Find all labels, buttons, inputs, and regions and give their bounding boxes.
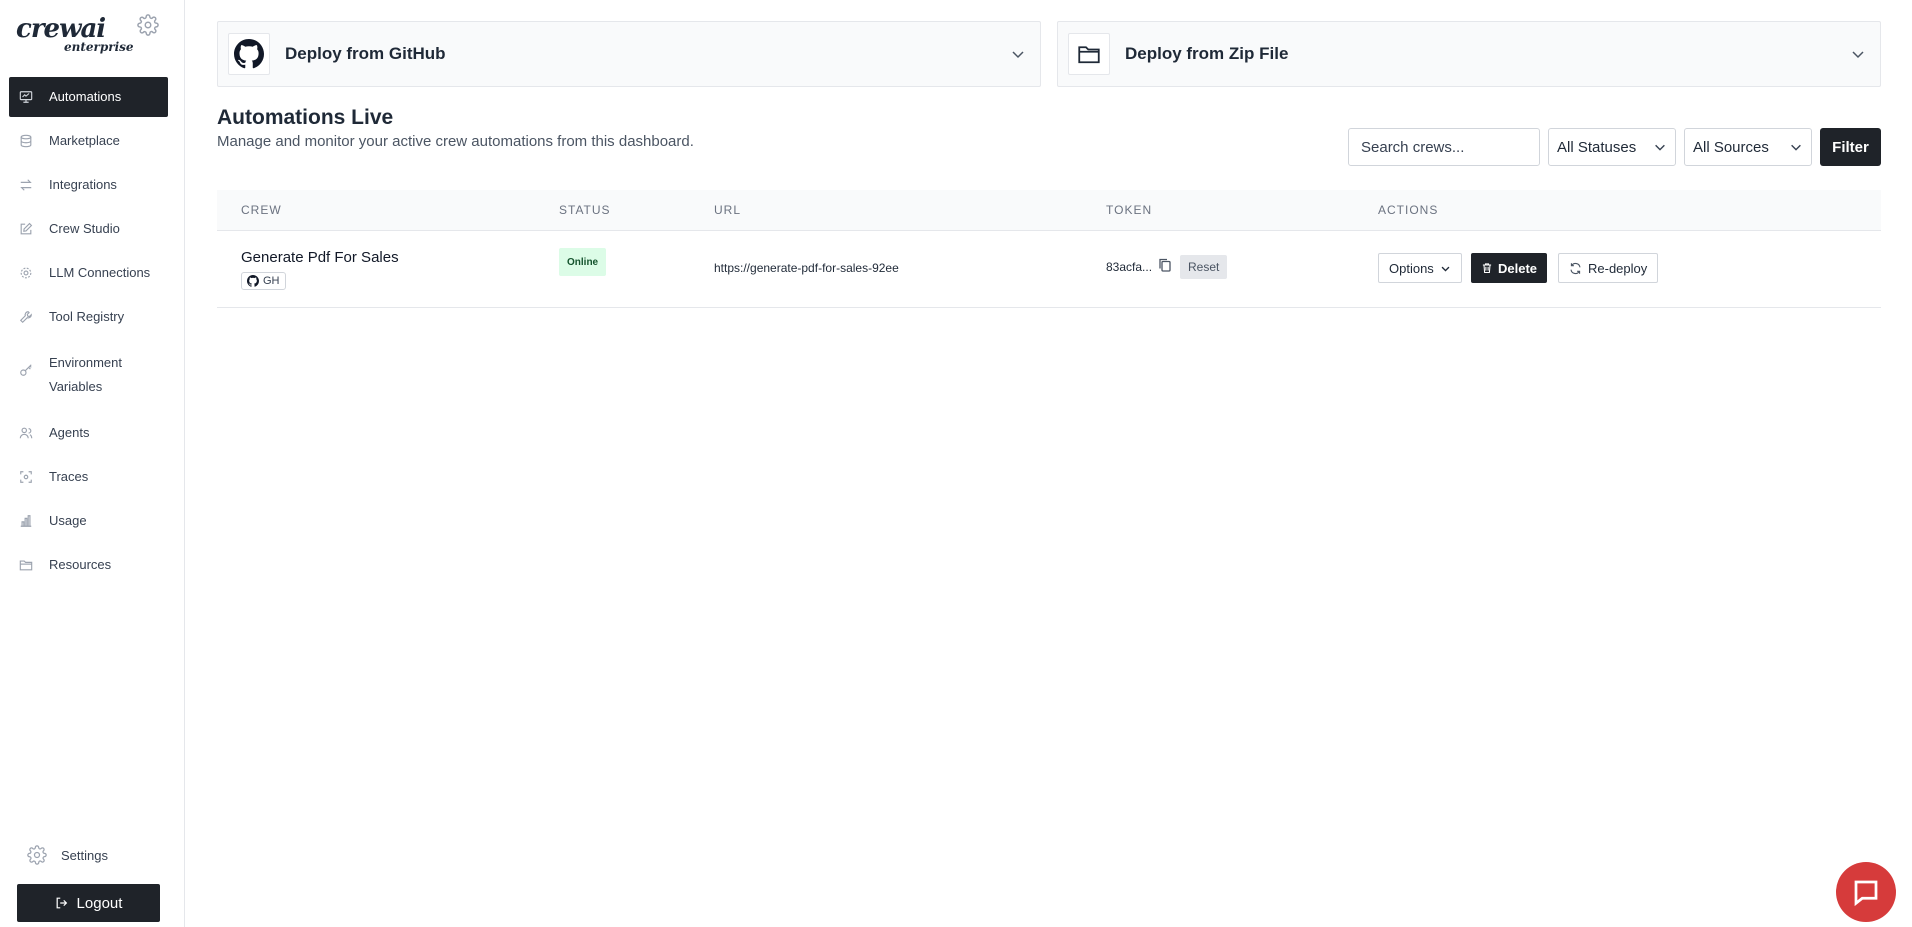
- redeploy-label: Re-deploy: [1588, 260, 1648, 276]
- sidebar-item-crew-studio[interactable]: Crew Studio: [9, 209, 168, 249]
- chat-support-button[interactable]: [1836, 862, 1896, 922]
- sidebar-item-label: Resources: [49, 557, 112, 572]
- settings-link[interactable]: Settings: [27, 845, 108, 865]
- crewai-logo[interactable]: crewai enterprise: [16, 14, 134, 54]
- github-icon-wrapper: [228, 33, 270, 75]
- source-select-value: All Sources: [1693, 138, 1769, 156]
- chevron-down-icon: [1441, 266, 1450, 272]
- sidebar-item-tool-registry[interactable]: Tool Registry: [9, 297, 168, 337]
- scan-icon: [20, 471, 32, 483]
- column-header-url: URL: [714, 203, 742, 217]
- sidebar-item-label: Traces: [49, 469, 89, 484]
- crew-url[interactable]: https://generate-pdf-for-sales-92ee: [714, 261, 899, 275]
- page-title: Automations Live: [217, 106, 394, 129]
- folder-icon: [1078, 46, 1100, 64]
- sidebar-item-label: LLM Connections: [49, 265, 151, 280]
- key-icon: [20, 364, 32, 376]
- refresh-icon: [1570, 262, 1581, 274]
- page-subtitle: Manage and monitor your active crew auto…: [217, 133, 694, 150]
- column-header-status: STATUS: [559, 203, 611, 217]
- automations-table: CREW STATUS URL TOKEN ACTIONS Generate P…: [217, 190, 1881, 308]
- search-input[interactable]: [1348, 128, 1540, 166]
- logout-button[interactable]: Logout: [17, 884, 160, 922]
- chevron-down-icon: [1791, 144, 1801, 151]
- chat-bubble-icon: [1854, 880, 1878, 907]
- sidebar-item-resources[interactable]: Resources: [9, 545, 168, 585]
- options-button[interactable]: Options: [1378, 253, 1462, 283]
- deploy-from-github-card[interactable]: Deploy from GitHub: [217, 21, 1041, 87]
- column-header-actions: ACTIONS: [1378, 203, 1439, 217]
- settings-label: Settings: [61, 847, 108, 863]
- logout-label: Logout: [76, 894, 123, 912]
- gear-icon[interactable]: [137, 14, 159, 36]
- table-header: CREW STATUS URL TOKEN ACTIONS: [217, 190, 1881, 231]
- sidebar-item-agents[interactable]: Agents: [9, 413, 168, 453]
- bar-chart-icon: [20, 515, 32, 527]
- status-select-value: All Statuses: [1557, 138, 1637, 156]
- sidebar-item-automations[interactable]: Automations: [9, 77, 168, 117]
- source-badge-label: GH: [263, 275, 280, 287]
- sidebar-item-traces[interactable]: Traces: [9, 457, 168, 497]
- column-header-crew: CREW: [241, 203, 282, 217]
- sidebar-item-environment-variables[interactable]: Environment Variables: [9, 341, 168, 409]
- deploy-from-zip-card[interactable]: Deploy from Zip File: [1057, 21, 1881, 87]
- gear-icon: [27, 845, 47, 865]
- deploy-zip-title: Deploy from Zip File: [1125, 44, 1289, 63]
- sidebar-item-marketplace[interactable]: Marketplace: [9, 121, 168, 161]
- copy-icon[interactable]: [1157, 257, 1173, 273]
- filter-button[interactable]: Filter: [1820, 128, 1881, 166]
- folder-icon: [19, 560, 33, 571]
- sidebar-item-label: Environment Variables: [49, 355, 122, 394]
- sidebar-item-label: Integrations: [49, 177, 117, 192]
- chevron-down-icon: [1012, 51, 1024, 59]
- database-icon: [20, 134, 32, 148]
- source-select[interactable]: All Sources: [1684, 128, 1812, 166]
- monitor-icon: [19, 91, 33, 103]
- crew-name[interactable]: Generate Pdf For Sales: [241, 249, 399, 266]
- sidebar: crewai enterprise Automations Marketplac…: [0, 0, 185, 927]
- table-row: Generate Pdf For Sales GH Online https:/…: [217, 231, 1881, 308]
- column-header-token: TOKEN: [1106, 203, 1153, 217]
- token-value: 83acfa...: [1106, 260, 1153, 274]
- wrench-icon: [19, 311, 32, 324]
- sidebar-nav: Automations Marketplace Integrations Cre…: [9, 77, 168, 589]
- sidebar-item-label: Usage: [49, 513, 87, 528]
- logout-icon: [56, 897, 67, 909]
- reset-token-button[interactable]: Reset: [1180, 255, 1228, 279]
- gear-icon: [20, 267, 32, 279]
- delete-label: Delete: [1498, 260, 1538, 276]
- sidebar-item-usage[interactable]: Usage: [9, 501, 168, 541]
- chevron-down-icon: [1852, 51, 1864, 59]
- sidebar-item-label: Automations: [49, 89, 122, 104]
- chevron-down-icon: [1655, 144, 1665, 151]
- sidebar-item-label: Crew Studio: [49, 221, 120, 236]
- github-icon: [234, 39, 264, 69]
- users-icon: [19, 427, 33, 439]
- deploy-github-title: Deploy from GitHub: [285, 44, 446, 63]
- folder-icon-wrapper: [1068, 33, 1110, 75]
- status-badge: Online: [559, 248, 607, 276]
- source-badge: GH: [241, 272, 286, 290]
- redeploy-button[interactable]: Re-deploy: [1558, 253, 1659, 283]
- sidebar-item-label: Agents: [49, 425, 90, 440]
- logo-sub: enterprise: [64, 40, 134, 54]
- status-select[interactable]: All Statuses: [1548, 128, 1676, 166]
- sidebar-item-label: Marketplace: [49, 133, 120, 148]
- delete-button[interactable]: Delete: [1471, 253, 1548, 283]
- sidebar-item-label: Tool Registry: [49, 309, 125, 324]
- arrows-exchange-icon: [20, 179, 32, 191]
- options-label: Options: [1389, 260, 1434, 276]
- trash-icon: [1482, 263, 1492, 274]
- github-icon: [247, 275, 259, 287]
- sidebar-item-llm-connections[interactable]: LLM Connections: [9, 253, 168, 293]
- sidebar-item-integrations[interactable]: Integrations: [9, 165, 168, 205]
- pencil-square-icon: [20, 222, 33, 235]
